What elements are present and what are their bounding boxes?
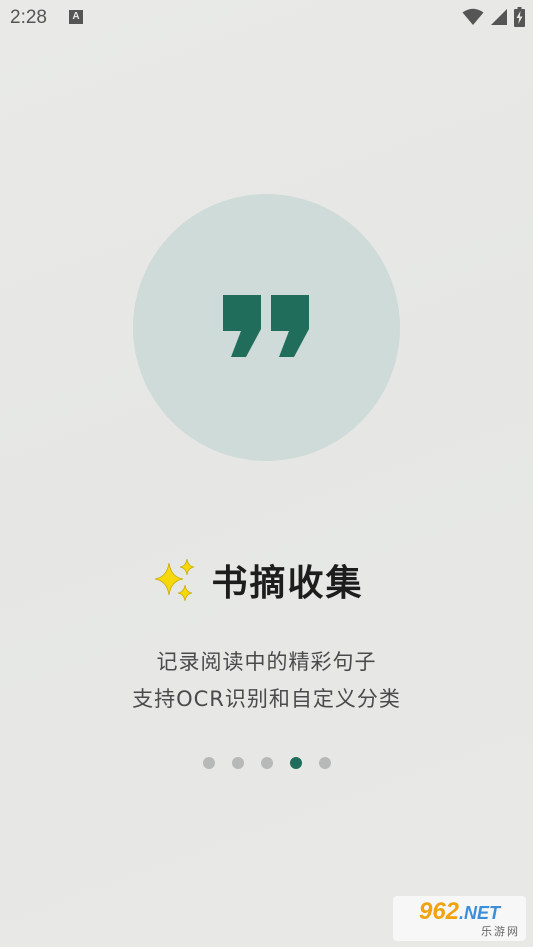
title-row: 书摘收集 bbox=[0, 552, 533, 608]
page-dot-2[interactable] bbox=[231, 757, 244, 769]
watermark-logo: 962.NET 乐游网 bbox=[393, 896, 526, 941]
a-letter-icon: A bbox=[69, 10, 83, 24]
page-indicator bbox=[0, 757, 533, 769]
watermark-subtitle: 乐游网 bbox=[481, 924, 520, 938]
quote-marks-icon bbox=[221, 295, 311, 359]
description-line-1: 记录阅读中的精彩句子 bbox=[156, 650, 377, 674]
watermark-brand-suffix: .NET bbox=[459, 902, 501, 923]
wifi-icon bbox=[462, 8, 484, 30]
status-time: 2:28 bbox=[10, 7, 47, 28]
description-line-2: 支持OCR识别和自定义分类 bbox=[132, 687, 401, 711]
cellular-signal-icon bbox=[490, 8, 508, 30]
watermark-brand: 962.NET bbox=[418, 897, 501, 925]
page-dot-4-active[interactable] bbox=[289, 757, 302, 769]
page-dot-5[interactable] bbox=[318, 757, 331, 769]
watermark-brand-number: 962 bbox=[418, 897, 460, 925]
status-bar: 2:28 A bbox=[0, 0, 533, 38]
battery-charging-icon bbox=[514, 7, 525, 31]
page-title: 书摘收集 bbox=[211, 563, 364, 604]
page-dot-3[interactable] bbox=[260, 757, 273, 769]
status-icons bbox=[462, 7, 525, 31]
sparkles-icon bbox=[153, 557, 197, 603]
page-dot-1[interactable] bbox=[202, 757, 215, 769]
